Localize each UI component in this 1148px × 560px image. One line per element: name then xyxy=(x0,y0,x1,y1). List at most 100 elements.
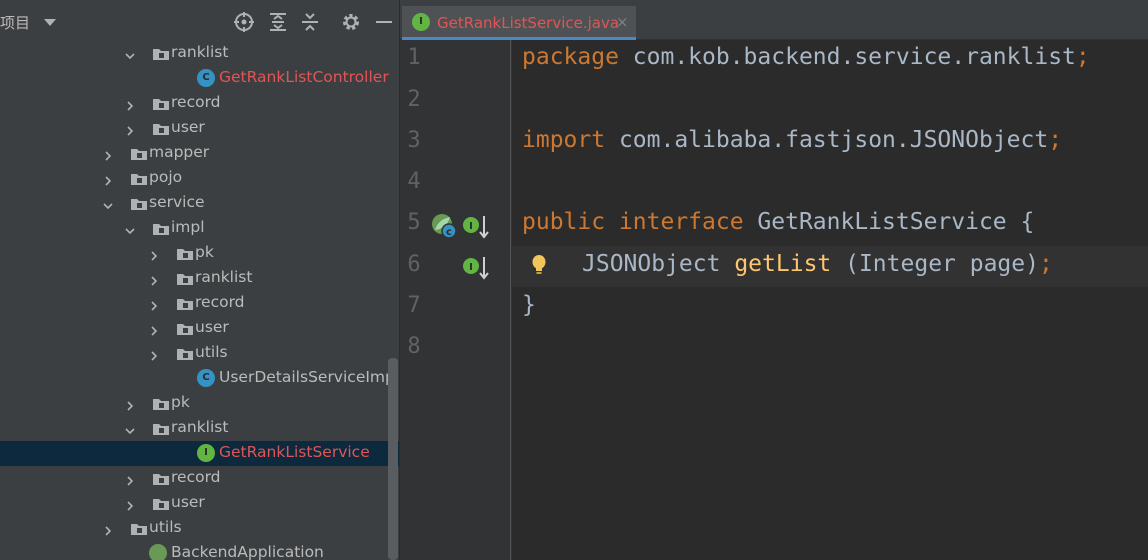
keyword: import xyxy=(522,127,606,153)
chevron-right-icon[interactable] xyxy=(148,297,160,311)
package-folder-icon xyxy=(152,96,170,110)
code-line-5: public interface GetRankListService { xyxy=(522,209,1034,235)
interface-icon: I xyxy=(412,13,430,31)
code-line-3: import com.alibaba.fastjson.JSONObject; xyxy=(522,127,1062,153)
close-icon[interactable]: × xyxy=(616,13,629,31)
view-dropdown-icon[interactable] xyxy=(44,19,56,26)
chevron-right-icon[interactable] xyxy=(102,522,114,536)
tree-file-row[interactable]: BackendApplication xyxy=(0,541,400,560)
class-icon: C xyxy=(197,369,215,387)
tree-item-label: user xyxy=(171,493,205,511)
spring-class-icon xyxy=(149,544,167,560)
keyword: public interface xyxy=(522,209,744,235)
tree-folder-row[interactable]: ranklist xyxy=(0,266,400,291)
tree-item-label: ranklist xyxy=(171,418,229,436)
tree-file-row[interactable]: C UserDetailsServiceImpl xyxy=(0,366,400,391)
tab-label: GetRankListService.java xyxy=(437,14,620,32)
chevron-down-icon[interactable] xyxy=(124,47,136,60)
tree-file-row[interactable]: C GetRankListController xyxy=(0,66,400,91)
tree-file-row[interactable]: I GetRankListService xyxy=(0,441,400,466)
collapse-all-icon[interactable] xyxy=(299,11,321,33)
editor-tab-bar: I GetRankListService.java × xyxy=(400,0,1148,40)
chevron-right-icon[interactable] xyxy=(124,397,136,411)
tree-folder-row[interactable]: mapper xyxy=(0,141,400,166)
tree-folder-row[interactable]: service xyxy=(0,191,400,216)
tree-folder-row[interactable]: ranklist xyxy=(0,41,400,66)
spring-bean-icon[interactable]: c xyxy=(430,212,458,240)
tab-getranklistservice[interactable]: I GetRankListService.java × xyxy=(402,6,636,40)
chevron-right-icon[interactable] xyxy=(124,97,136,111)
tree-folder-row[interactable]: pk xyxy=(0,241,400,266)
package-folder-icon xyxy=(130,171,148,185)
tree-item-label: pk xyxy=(171,393,190,411)
package-folder-icon xyxy=(152,396,170,410)
chevron-right-icon[interactable] xyxy=(102,147,114,161)
tree-folder-row[interactable]: pojo xyxy=(0,166,400,191)
chevron-right-icon[interactable] xyxy=(148,272,160,286)
code-line-6: JSONObject getList (Integer page); xyxy=(582,251,1053,277)
package-folder-icon xyxy=(130,521,148,535)
tree-folder-row[interactable]: impl xyxy=(0,216,400,241)
line-number: 1 xyxy=(407,45,421,70)
tree-item-label: user xyxy=(171,118,205,136)
expand-all-icon[interactable] xyxy=(267,11,289,33)
locate-icon[interactable] xyxy=(233,11,255,33)
chevron-down-icon[interactable] xyxy=(124,222,136,235)
code-line-1: package com.kob.backend.service.ranklist… xyxy=(522,44,1090,70)
chevron-right-icon[interactable] xyxy=(148,322,160,336)
implemented-method-icon[interactable]: I xyxy=(462,255,490,281)
lightbulb-icon[interactable] xyxy=(530,254,548,276)
tree-folder-row[interactable]: record xyxy=(0,466,400,491)
tree-folder-row[interactable]: user xyxy=(0,491,400,516)
interface-declaration: GetRankListService { xyxy=(743,209,1035,235)
tree-folder-row[interactable]: utils xyxy=(0,516,400,541)
chevron-right-icon[interactable] xyxy=(124,497,136,511)
package-folder-icon xyxy=(152,496,170,510)
tree-item-label: record xyxy=(171,93,221,111)
tree-folder-row[interactable]: record xyxy=(0,91,400,116)
code-editor[interactable] xyxy=(511,40,1148,560)
package-folder-icon xyxy=(176,296,194,310)
interface-icon: I xyxy=(197,444,215,462)
line-number: 8 xyxy=(407,334,421,359)
tree-folder-row[interactable]: ranklist xyxy=(0,416,400,441)
chevron-down-icon[interactable] xyxy=(124,422,136,435)
package-folder-icon xyxy=(130,196,148,210)
tree-item-label: GetRankListController xyxy=(219,68,389,86)
chevron-right-icon[interactable] xyxy=(148,347,160,361)
tree-item-label: service xyxy=(149,193,205,211)
tree-item-label: utils xyxy=(195,343,228,361)
chevron-right-icon[interactable] xyxy=(124,122,136,136)
svg-text:I: I xyxy=(469,262,473,273)
chevron-right-icon[interactable] xyxy=(148,247,160,261)
tree-folder-row[interactable]: pk xyxy=(0,391,400,416)
tree-item-label: user xyxy=(195,318,229,336)
tree-scrollbar[interactable] xyxy=(388,358,398,560)
tree-folder-row[interactable]: record xyxy=(0,291,400,316)
gear-icon[interactable] xyxy=(340,11,362,33)
package-folder-icon xyxy=(176,271,194,285)
tree-item-label: record xyxy=(195,293,245,311)
tree-folder-row[interactable]: user xyxy=(0,116,400,141)
import-name: com.alibaba.fastjson.JSONObject xyxy=(605,127,1049,153)
implemented-interface-icon[interactable]: I xyxy=(462,214,490,240)
semicolon: ; xyxy=(1048,127,1063,153)
keyword: package xyxy=(522,44,619,70)
tree-folder-row[interactable]: utils xyxy=(0,341,400,366)
line-number: 2 xyxy=(407,87,421,112)
tree-folder-row[interactable]: user xyxy=(0,316,400,341)
package-folder-icon xyxy=(152,471,170,485)
package-folder-icon xyxy=(152,221,170,235)
chevron-down-icon[interactable] xyxy=(102,197,114,210)
package-folder-icon xyxy=(176,321,194,335)
project-panel-title: 项目 xyxy=(0,14,31,32)
chevron-right-icon[interactable] xyxy=(124,472,136,486)
return-type: JSONObject xyxy=(582,251,735,277)
minimize-icon[interactable] xyxy=(373,11,395,33)
method-params: (Integer page) xyxy=(831,251,1039,277)
chevron-right-icon[interactable] xyxy=(102,172,114,186)
package-name: com.kob.backend.service.ranklist xyxy=(618,44,1076,70)
svg-text:c: c xyxy=(446,227,452,238)
line-number: 7 xyxy=(407,293,421,318)
tree-item-label: impl xyxy=(171,218,205,236)
